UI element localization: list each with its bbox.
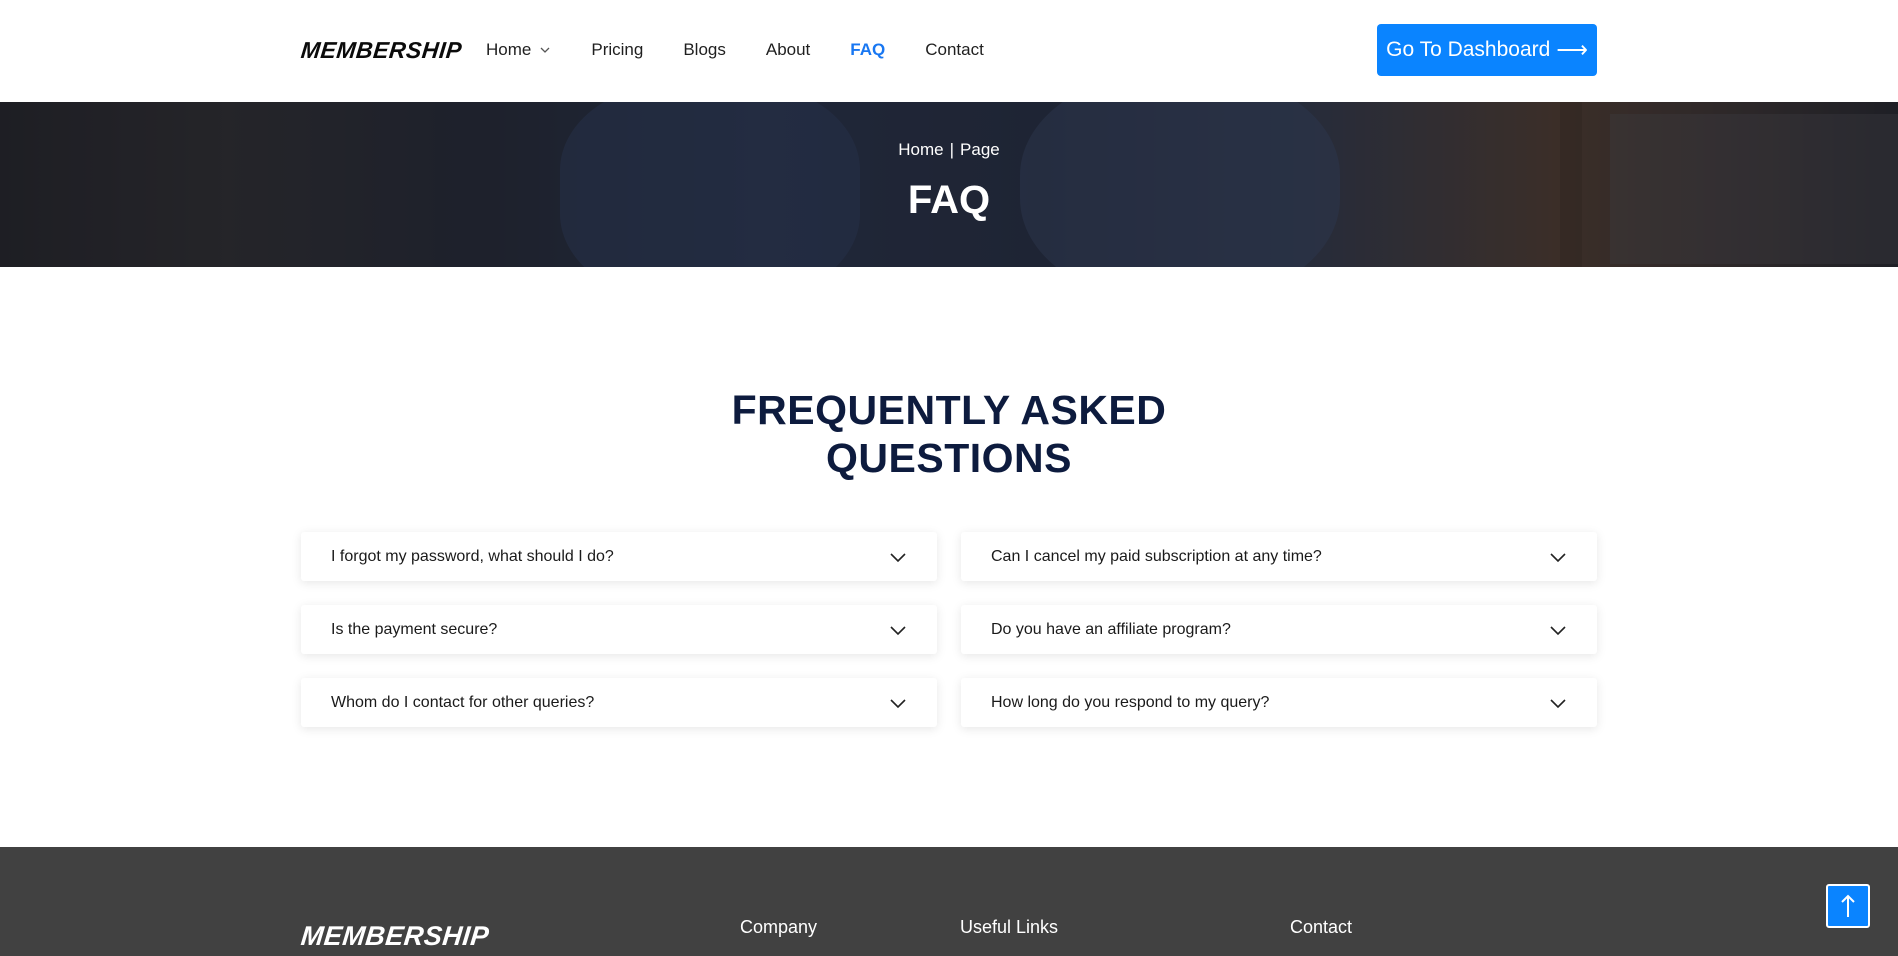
footer-logo[interactable]: MEMBERSHIP bbox=[299, 921, 490, 952]
scroll-to-top-button[interactable] bbox=[1826, 884, 1870, 928]
chevron-down-icon bbox=[890, 625, 906, 635]
breadcrumb-separator: | bbox=[949, 140, 955, 159]
nav-item-label: Contact bbox=[925, 40, 984, 59]
faq-question: I forgot my password, what should I do? bbox=[331, 547, 614, 565]
faq-item[interactable]: I forgot my password, what should I do? bbox=[301, 532, 937, 581]
arrow-up-icon bbox=[1841, 894, 1855, 917]
site-logo[interactable]: MEMBERSHIP bbox=[300, 37, 464, 64]
chevron-down-icon bbox=[890, 698, 906, 708]
faq-question: Whom do I contact for other queries? bbox=[331, 693, 595, 711]
faq-question: Can I cancel my paid subscription at any… bbox=[991, 547, 1322, 565]
page-title: FAQ bbox=[907, 178, 991, 222]
nav-item-about[interactable]: About bbox=[766, 40, 810, 60]
nav-item-faq[interactable]: FAQ bbox=[850, 40, 885, 60]
breadcrumb-home[interactable]: Home bbox=[898, 140, 943, 159]
go-to-dashboard-button[interactable]: Go To Dashboard ⟶ bbox=[1377, 24, 1597, 76]
nav-item-pricing[interactable]: Pricing bbox=[591, 40, 643, 60]
faq-question: Is the payment secure? bbox=[331, 620, 498, 638]
faq-heading-line: FREQUENTLY ASKED bbox=[731, 387, 1167, 433]
chevron-down-icon bbox=[540, 47, 550, 53]
faq-item[interactable]: How long do you respond to my query? bbox=[961, 678, 1597, 727]
site-header: MEMBERSHIP Home Pricing Blogs About FAQ … bbox=[0, 0, 1898, 102]
nav-item-blogs[interactable]: Blogs bbox=[683, 40, 726, 60]
arrow-right-icon: ⟶ bbox=[1556, 37, 1588, 62]
footer-heading-contact: Contact bbox=[1290, 917, 1353, 937]
main-nav: Home Pricing Blogs About FAQ Contact bbox=[486, 38, 1024, 62]
chevron-down-icon bbox=[1550, 625, 1566, 635]
faq-item[interactable]: Do you have an affiliate program? bbox=[961, 605, 1597, 654]
nav-item-label: Home bbox=[486, 40, 532, 59]
nav-item-home[interactable]: Home bbox=[486, 40, 551, 60]
nav-item-contact[interactable]: Contact bbox=[925, 40, 984, 60]
chevron-down-icon bbox=[890, 552, 906, 562]
faq-item[interactable]: Whom do I contact for other queries? bbox=[301, 678, 937, 727]
chevron-down-icon bbox=[1550, 552, 1566, 562]
site-footer: MEMBERSHIP Company Useful Links Contact bbox=[0, 847, 1898, 956]
faq-question: Do you have an affiliate program? bbox=[991, 620, 1231, 638]
nav-item-label: Pricing bbox=[591, 40, 644, 59]
chevron-down-icon bbox=[1550, 698, 1566, 708]
faq-question: How long do you respond to my query? bbox=[991, 693, 1270, 711]
nav-item-label: About bbox=[765, 40, 811, 59]
faq-item[interactable]: Is the payment secure? bbox=[301, 605, 937, 654]
dashboard-button-label: Go To Dashboard bbox=[1386, 38, 1551, 61]
faq-heading: FREQUENTLY ASKED QUESTIONS bbox=[0, 386, 1898, 482]
breadcrumb: Home | Page bbox=[0, 140, 1898, 160]
footer-heading-company: Company bbox=[740, 917, 818, 937]
footer-heading-useful-links: Useful Links bbox=[960, 917, 1059, 937]
faq-heading-line: QUESTIONS bbox=[826, 435, 1072, 481]
breadcrumb-current: Page bbox=[960, 140, 1000, 159]
nav-item-label: FAQ bbox=[850, 40, 886, 59]
faq-item[interactable]: Can I cancel my paid subscription at any… bbox=[961, 532, 1597, 581]
nav-item-label: Blogs bbox=[683, 40, 726, 59]
